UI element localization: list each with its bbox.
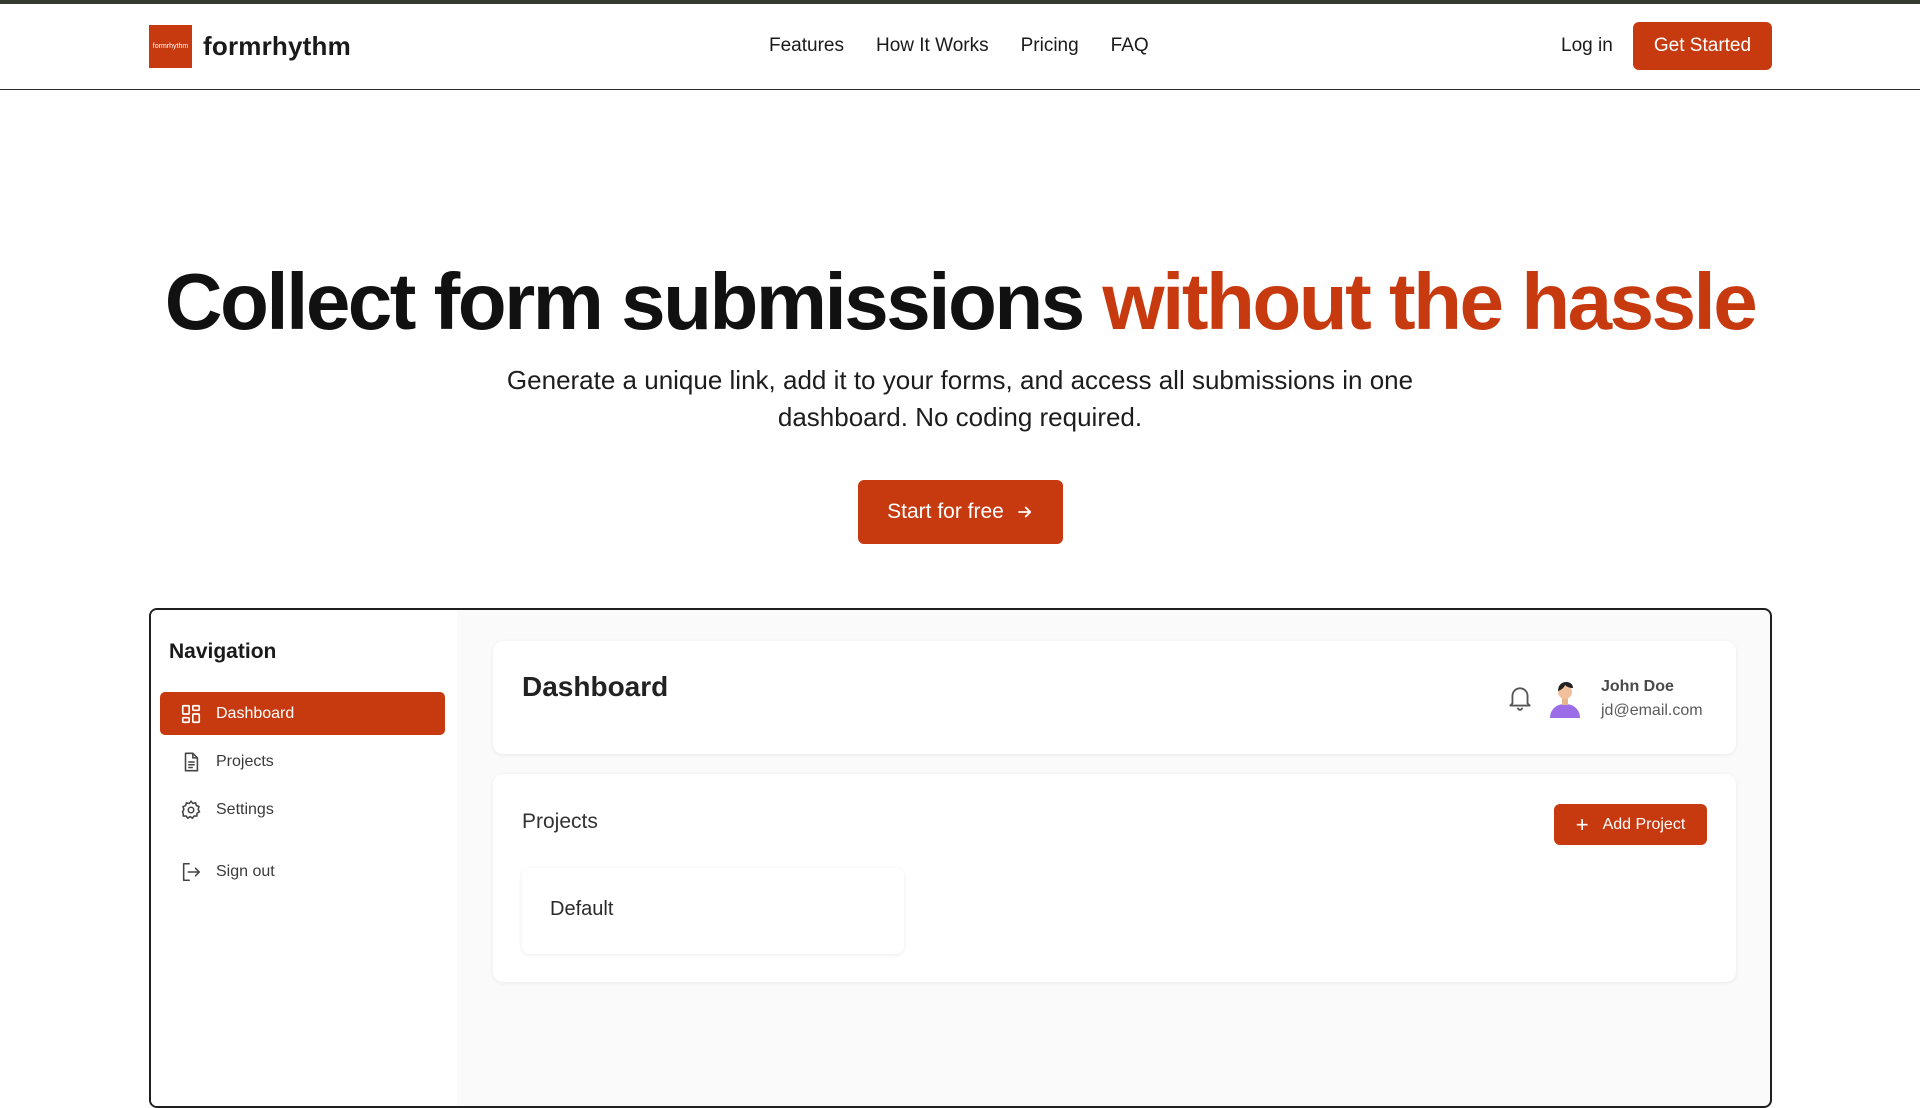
project-name: Default	[550, 898, 614, 920]
avatar[interactable]	[1547, 678, 1583, 718]
hero-title-accent: without the hassle	[1102, 257, 1757, 346]
logo-mark: formrhythm	[149, 25, 192, 68]
sidebar-item-label: Sign out	[216, 862, 275, 880]
site-header: formrhythm formrhythm Features How It Wo…	[0, 4, 1920, 90]
projects-title: Projects	[522, 810, 598, 833]
sign-out-icon	[182, 862, 201, 881]
project-tile[interactable]: Default	[522, 868, 904, 954]
preview-sidebar: Navigation Dashboard Projects Settings S…	[151, 610, 457, 1106]
projects-card: Projects + Add Project Default	[493, 774, 1736, 982]
sidebar-item-label: Settings	[216, 800, 274, 818]
plus-icon: +	[1575, 811, 1589, 837]
sidebar-item-sign-out[interactable]: Sign out	[160, 850, 445, 893]
logo-text: formrhythm	[203, 31, 351, 61]
hero-title-main: Collect form submissions	[164, 257, 1103, 346]
dashboard-grid-icon	[181, 704, 201, 723]
document-icon	[184, 752, 199, 771]
user-name: John Doe	[1601, 678, 1674, 695]
hero-subtitle: Generate a unique link, add it to your f…	[506, 365, 1414, 432]
login-link[interactable]: Log in	[1561, 35, 1613, 57]
sidebar-item-dashboard[interactable]: Dashboard	[160, 692, 445, 735]
nav-link-how-it-works[interactable]: How It Works	[876, 35, 989, 57]
dashboard-title: Dashboard	[522, 671, 669, 702]
logo[interactable]: formrhythm formrhythm	[149, 25, 351, 68]
nav-link-faq[interactable]: FAQ	[1111, 35, 1149, 57]
get-started-button[interactable]: Get Started	[1633, 22, 1772, 70]
arrow-right-icon	[1017, 506, 1032, 518]
nav-link-features[interactable]: Features	[769, 35, 844, 57]
add-project-button[interactable]: + Add Project	[1554, 804, 1707, 845]
sidebar-item-label: Dashboard	[216, 704, 295, 722]
sidebar-item-label: Projects	[216, 752, 274, 770]
main-nav: Features How It Works Pricing FAQ	[769, 35, 1149, 57]
sidebar-item-settings[interactable]: Settings	[160, 788, 445, 831]
add-project-label: Add Project	[1602, 815, 1686, 833]
bell-icon[interactable]	[1507, 684, 1533, 712]
dashboard-preview: Navigation Dashboard Projects Settings S…	[149, 608, 1772, 1108]
user-email: jd@email.com	[1601, 702, 1703, 719]
sidebar-title: Navigation	[169, 640, 277, 663]
start-for-free-button[interactable]: Start for free	[858, 480, 1063, 544]
cta-label: Start for free	[887, 500, 1004, 523]
hero-title: Collect form submissions without the has…	[0, 256, 1920, 348]
sidebar-item-projects[interactable]: Projects	[160, 740, 445, 783]
nav-link-pricing[interactable]: Pricing	[1021, 35, 1079, 57]
gear-icon	[181, 799, 201, 819]
dashboard-header-card: Dashboard John Doe jd@email.com	[493, 641, 1736, 754]
